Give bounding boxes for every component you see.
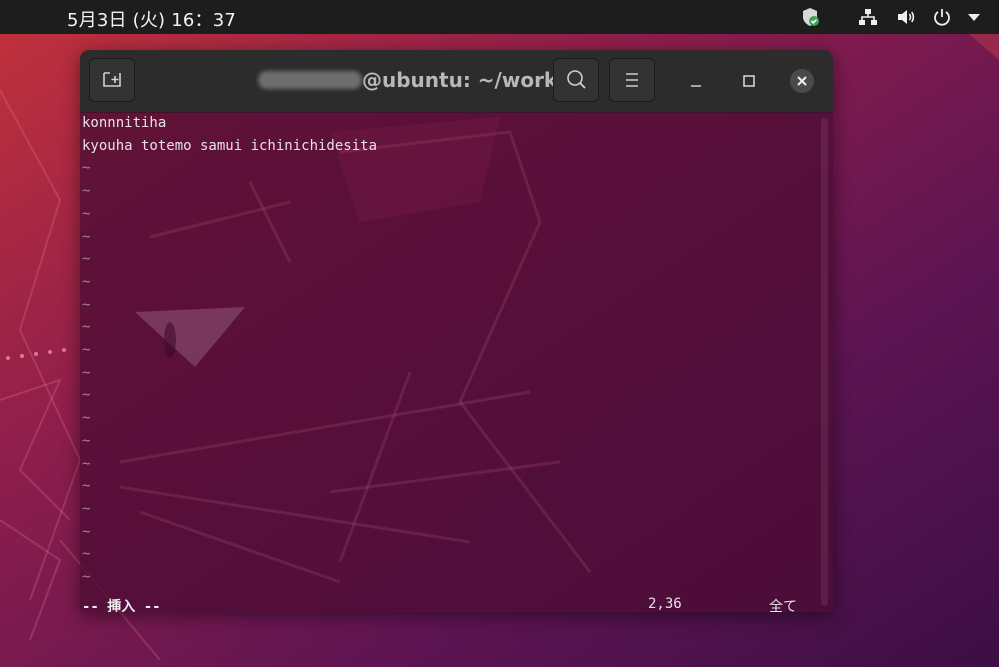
network-icon[interactable] — [858, 7, 878, 27]
menu-button[interactable] — [609, 58, 655, 102]
menu-icon — [626, 73, 638, 87]
empty-line-marker: ~ — [82, 342, 91, 358]
empty-line-marker: ~ — [82, 296, 91, 313]
cursor-position: 2,36 — [648, 596, 682, 612]
top-panel: 5月3日 (火) 16：37 — [0, 0, 999, 34]
empty-line-marker: ~ — [82, 387, 91, 404]
clock[interactable]: 5月3日 (火) 16：37 — [67, 6, 236, 32]
terminal-window: @ubuntu: ~/work konnnitiha kyouha totemo… — [80, 50, 833, 612]
empty-line-marker: ~ — [82, 251, 91, 268]
editor-line-1[interactable]: konnnitiha — [82, 112, 166, 135]
empty-line-marker: ~ — [82, 160, 91, 177]
editor-line-2[interactable]: kyouha totemo samui ichinichidesita — [82, 135, 377, 158]
volume-icon[interactable] — [896, 7, 916, 27]
empty-line-marker: ~ — [82, 523, 91, 540]
empty-line-marker: ~ — [82, 205, 91, 222]
minimize-button[interactable] — [682, 67, 710, 95]
empty-line-marker: ~ — [82, 455, 91, 472]
empty-line-marker: ~ — [82, 364, 91, 381]
empty-line-marker: ~ — [82, 546, 91, 563]
scroll-scope: 全て — [769, 599, 797, 612]
search-button[interactable] — [553, 58, 599, 102]
vim-mode-indicator: -- 挿入 -- — [82, 599, 161, 612]
empty-line-marker: ~ — [82, 432, 91, 449]
empty-line-marker: ~ — [82, 319, 91, 336]
power-icon[interactable] — [932, 7, 952, 27]
new-tab-icon — [103, 72, 121, 87]
terminal-content[interactable]: konnnitiha kyouha totemo samui ichinichi… — [80, 112, 833, 612]
window-title-text: @ubuntu: ~/work — [362, 68, 558, 92]
wallpaper-through-terminal — [119, 117, 592, 584]
empty-line-marker: ~ — [82, 183, 91, 200]
empty-line-marker: ~ — [82, 478, 91, 495]
close-button[interactable] — [788, 67, 816, 95]
redacted-username — [258, 71, 362, 89]
empty-line-marker: ~ — [82, 273, 91, 290]
maximize-button[interactable] — [735, 67, 763, 95]
empty-line-marker: ~ — [82, 410, 91, 427]
terminal-headerbar[interactable]: @ubuntu: ~/work — [80, 50, 833, 113]
empty-line-marker: ~ — [82, 500, 91, 517]
search-icon — [567, 70, 586, 89]
new-tab-button[interactable] — [89, 58, 135, 102]
shield-update-icon[interactable] — [800, 7, 820, 27]
chevron-down-icon[interactable] — [964, 7, 984, 27]
scrollbar[interactable] — [821, 118, 828, 606]
empty-line-marker: ~ — [82, 569, 91, 585]
empty-line-marker: ~ — [82, 228, 91, 245]
